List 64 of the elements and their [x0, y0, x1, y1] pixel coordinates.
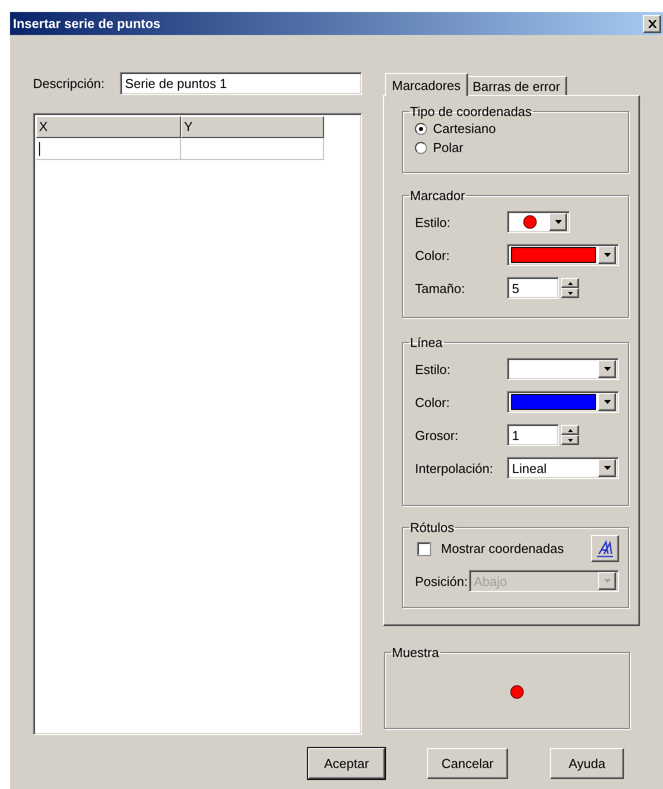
- field-label: Grosor:: [415, 428, 460, 442]
- field-label: Color:: [415, 248, 451, 262]
- dropdown-button[interactable]: [549, 213, 567, 231]
- caret-icon: [604, 400, 610, 404]
- caret-icon: [554, 220, 562, 224]
- group-title: Rótulos: [409, 521, 456, 534]
- field-label: Descripción:: [33, 76, 106, 90]
- font-button[interactable]: [591, 535, 619, 562]
- color-dropdown[interactable]: [507, 244, 619, 266]
- field-label: Interpolación:: [415, 460, 494, 476]
- field-label: Color:: [415, 394, 451, 410]
- dropdown[interactable]: Lineal: [507, 457, 619, 479]
- caret-icon: [604, 466, 610, 470]
- dropdown[interactable]: [507, 358, 619, 380]
- field-label: Estilo:: [415, 214, 452, 230]
- spin-down-button[interactable]: [561, 288, 579, 298]
- dialog-button[interactable]: Ayuda: [550, 748, 624, 779]
- description-field[interactable]: Serie de puntos 1: [120, 72, 362, 94]
- dialog-button[interactable]: Cancelar: [427, 748, 508, 779]
- field-label: Estilo:: [415, 362, 452, 376]
- dropdown-button[interactable]: [598, 360, 616, 378]
- table-cell[interactable]: [36, 138, 181, 160]
- font-icon: [596, 540, 614, 558]
- group-title: Línea: [409, 336, 444, 349]
- dropdown-button[interactable]: [598, 459, 616, 477]
- radio-button[interactable]: [415, 122, 427, 134]
- marker-dot-icon: [522, 215, 536, 229]
- caret-icon: [604, 253, 610, 257]
- marker-style-dropdown[interactable]: [507, 211, 570, 233]
- close-icon: [648, 20, 656, 28]
- dialog-button[interactable]: Aceptar: [308, 748, 385, 779]
- column-header[interactable]: X: [36, 116, 181, 138]
- group-title: Tipo de coordenadas: [409, 105, 533, 118]
- down-arrow-icon: [568, 292, 572, 294]
- field-label: Tamaño:: [415, 280, 466, 296]
- group-title: Muestra: [391, 646, 440, 659]
- radio-button[interactable]: [415, 142, 427, 154]
- tab[interactable]: Marcadores: [385, 73, 468, 96]
- color-dropdown[interactable]: [507, 391, 619, 413]
- down-arrow-icon: [568, 438, 572, 442]
- spin-down-button[interactable]: [561, 435, 579, 445]
- dropdown-button[interactable]: [598, 246, 616, 264]
- caret-icon: [604, 579, 610, 583]
- checkbox-label: Mostrar coordenadas: [441, 541, 565, 556]
- number-field[interactable]: 5: [507, 277, 559, 299]
- group-title: Marcador: [409, 189, 466, 202]
- spin-up-button[interactable]: [561, 278, 579, 288]
- up-arrow-icon: [568, 428, 572, 432]
- field-label: Posición:: [415, 574, 469, 588]
- text-cursor: [39, 142, 40, 156]
- spin-up-button[interactable]: [561, 425, 579, 435]
- radio-label: Polar: [433, 140, 464, 155]
- radio-label: Cartesiano: [433, 121, 496, 136]
- checkbox[interactable]: [417, 542, 431, 556]
- table-cell[interactable]: [181, 138, 324, 160]
- sample-marker-icon: [510, 684, 524, 698]
- caret-icon: [604, 367, 610, 371]
- number-field[interactable]: 1: [507, 424, 559, 446]
- dropdown-button[interactable]: [598, 393, 616, 411]
- column-header[interactable]: Y: [181, 116, 324, 138]
- close-button[interactable]: [643, 14, 661, 32]
- tab[interactable]: Barras de error: [466, 76, 568, 95]
- window-title: Insertar serie de puntos: [13, 16, 162, 31]
- up-arrow-icon: [568, 282, 572, 284]
